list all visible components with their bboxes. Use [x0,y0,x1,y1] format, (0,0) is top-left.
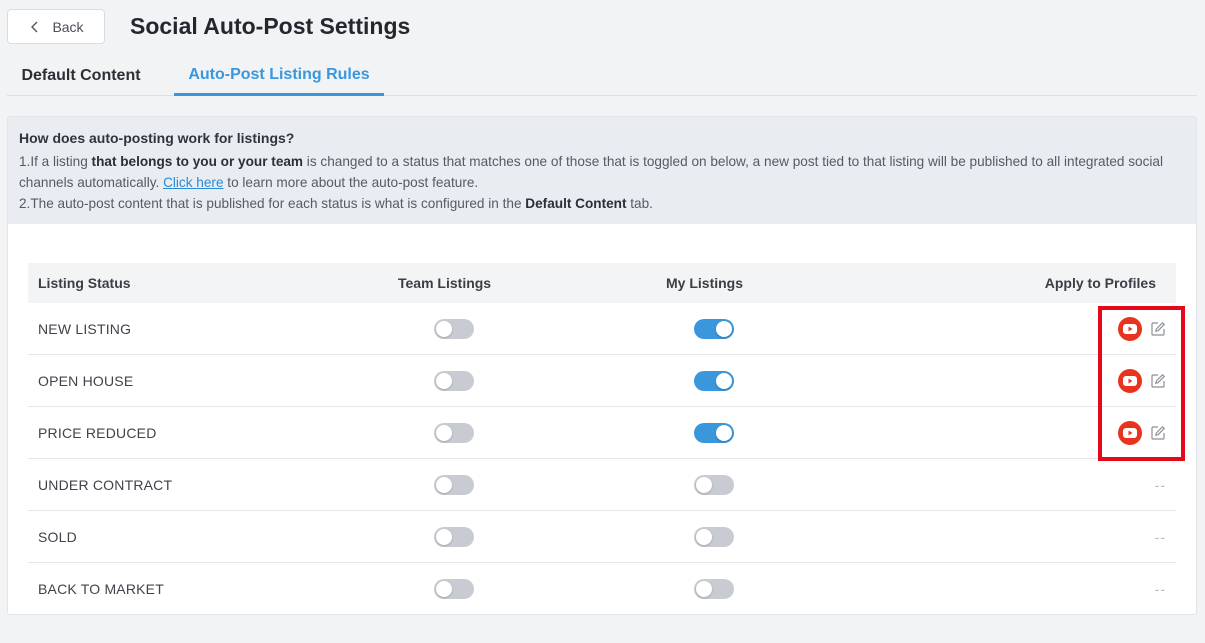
rules-panel: How does auto-posting work for listings?… [7,116,1197,615]
chevron-left-icon [31,21,38,32]
header-my-listings: My Listings [666,275,744,291]
youtube-icon[interactable] [1118,369,1142,393]
tab-bar: Default Content Auto-Post Listing Rules [7,56,1197,96]
tab-auto-post-listing-rules[interactable]: Auto-Post Listing Rules [174,56,384,96]
table-row: OPEN HOUSE [28,355,1176,407]
table-row: UNDER CONTRACT -- [28,459,1176,511]
team-listings-toggle[interactable] [434,371,474,391]
apply-to-profiles-cell [1118,355,1166,407]
apply-to-profiles-cell: -- [1155,511,1166,563]
table-row: NEW LISTING [28,303,1176,355]
table-row: SOLD -- [28,511,1176,563]
header-team-listings: Team Listings [398,275,492,291]
tab-default-content[interactable]: Default Content [7,56,155,96]
table-row: PRICE REDUCED [28,407,1176,459]
info-line-1: 1.If a listing that belongs to you or yo… [19,151,1185,193]
listing-status-label: NEW LISTING [38,321,132,337]
info-line-2-text: 2.The auto-post content that is publishe… [19,196,526,211]
toggle-knob [696,529,712,545]
my-listings-toggle[interactable] [694,475,734,495]
toggle-knob [436,373,452,389]
info-line-1-post: to learn more about the auto-post featur… [223,175,479,190]
back-button-label: Back [52,18,84,35]
no-profiles-placeholder: -- [1154,529,1166,545]
apply-to-profiles-cell: -- [1155,459,1166,511]
toggle-knob [716,425,732,441]
listing-rules-table: Listing Status Team Listings My Listings… [28,263,1176,614]
youtube-play-icon [1123,428,1137,438]
listing-status-label: SOLD [38,529,77,545]
listing-status-label: UNDER CONTRACT [38,477,173,493]
youtube-play-icon [1123,376,1137,386]
header-apply-to-profiles: Apply to Profiles [1044,275,1156,291]
toggle-knob [696,477,712,493]
table-body: NEW LISTING OPEN HOUSE PRICE REDUCED UNDER … [28,303,1176,614]
back-button[interactable]: Back [7,9,105,44]
youtube-icon[interactable] [1118,317,1142,341]
table-row: BACK TO MARKET -- [28,563,1176,614]
toggle-knob [696,581,712,597]
info-line-2-bold: Default Content [525,196,627,211]
toggle-knob [436,321,452,337]
table-header: Listing Status Team Listings My Listings… [28,263,1176,303]
info-line-2-post: tab. [626,196,653,211]
no-profiles-placeholder: -- [1154,581,1166,597]
info-line-2: 2.The auto-post content that is publishe… [19,193,1185,214]
my-listings-toggle[interactable] [694,319,734,339]
listing-status-label: OPEN HOUSE [38,373,134,389]
toggle-knob [716,373,732,389]
toggle-knob [436,477,452,493]
my-listings-toggle[interactable] [694,579,734,599]
toggle-knob [436,581,452,597]
apply-to-profiles-cell [1118,303,1166,355]
toggle-knob [716,321,732,337]
team-listings-toggle[interactable] [434,579,474,599]
edit-icon[interactable] [1150,321,1166,337]
edit-icon[interactable] [1150,373,1166,389]
listing-status-label: PRICE REDUCED [38,425,157,441]
team-listings-toggle[interactable] [434,423,474,443]
info-title: How does auto-posting work for listings? [19,130,295,146]
no-profiles-placeholder: -- [1154,477,1166,493]
info-line-1-text: 1.If a listing [19,154,92,169]
info-line-1-bold: that belongs to you or your team [91,154,304,169]
toggle-knob [436,425,452,441]
listing-status-label: BACK TO MARKET [38,581,164,597]
my-listings-toggle[interactable] [694,527,734,547]
team-listings-toggle[interactable] [434,319,474,339]
learn-more-link[interactable]: Click here [163,175,223,190]
my-listings-toggle[interactable] [694,371,734,391]
youtube-icon[interactable] [1118,421,1142,445]
apply-to-profiles-cell: -- [1154,563,1166,614]
apply-to-profiles-cell [1118,407,1166,459]
info-box: How does auto-posting work for listings?… [8,117,1196,224]
youtube-play-icon [1123,324,1137,334]
toggle-knob [436,529,452,545]
edit-icon[interactable] [1150,425,1166,441]
page-title: Social Auto-Post Settings [130,13,411,39]
team-listings-toggle[interactable] [434,475,474,495]
header-listing-status: Listing Status [38,275,131,291]
my-listings-toggle[interactable] [694,423,734,443]
team-listings-toggle[interactable] [434,527,474,547]
